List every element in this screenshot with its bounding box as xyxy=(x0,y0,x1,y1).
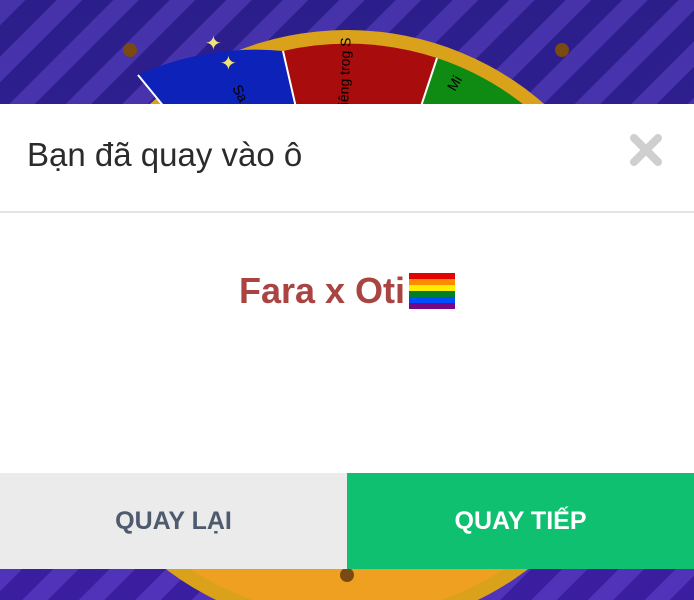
modal-header: Bạn đã quay vào ô xyxy=(0,104,694,213)
back-button[interactable]: QUAY LẠI xyxy=(0,473,347,569)
modal-footer: QUAY LẠI QUAY TIẾP xyxy=(0,473,694,569)
spin-again-button[interactable]: QUAY TIẾP xyxy=(347,473,694,569)
wheel-stud xyxy=(555,43,569,57)
wheel-stud xyxy=(340,568,354,582)
sparkle-icon: ✦ xyxy=(220,53,237,75)
result-display: Fara x Oti xyxy=(0,270,694,312)
rainbow-flag-icon xyxy=(409,273,456,309)
close-icon xyxy=(630,134,662,166)
sparkle-icon: ✦ xyxy=(205,33,222,55)
result-modal: Bạn đã quay vào ô Fara x Oti QUAY LẠI QU… xyxy=(0,104,694,569)
result-text: Fara x Oti xyxy=(238,270,406,311)
modal-title: Bạn đã quay vào ô xyxy=(27,136,303,173)
wheel-stud xyxy=(123,43,137,57)
wheel-segment-label: riêng trog S xyxy=(335,37,354,110)
close-button[interactable] xyxy=(626,130,666,170)
